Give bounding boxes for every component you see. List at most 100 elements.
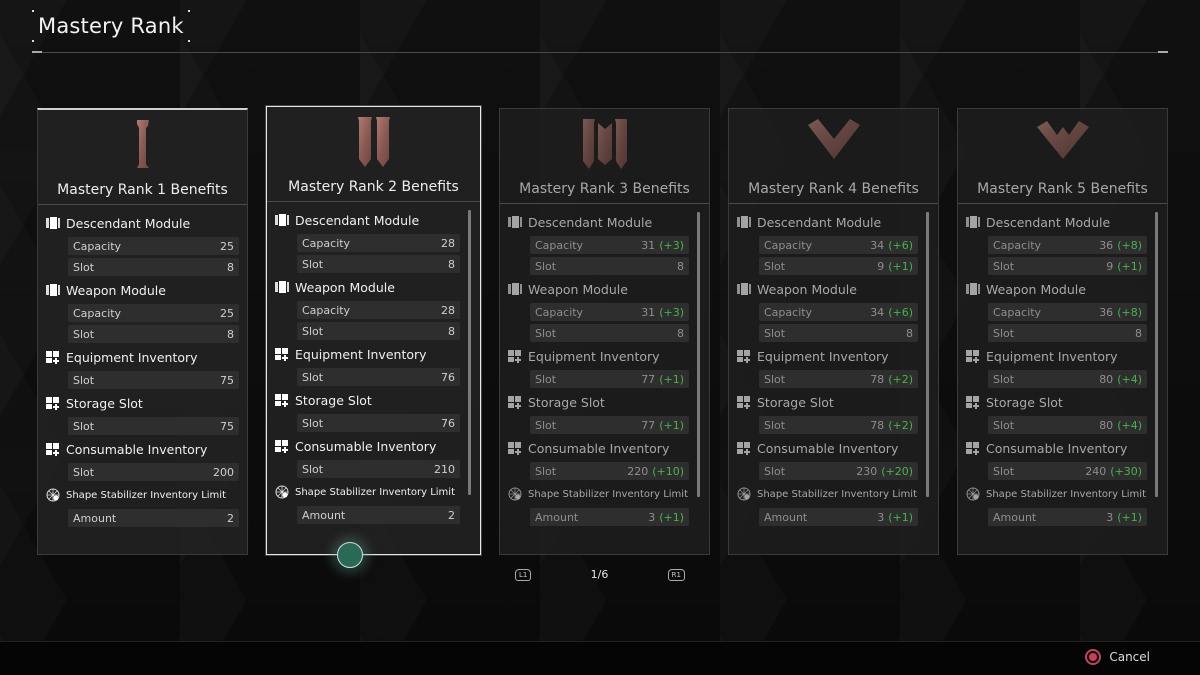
stat-label: Slot	[73, 465, 95, 479]
group-label: Descendant Module	[757, 214, 882, 230]
stat-label: Slot	[764, 259, 786, 273]
stat-delta: (+20)	[881, 464, 913, 478]
group-label: Weapon Module	[757, 281, 857, 297]
stat-delta: (+1)	[888, 510, 913, 524]
group-label: Consumable Inventory	[66, 441, 208, 457]
stat-value-wrap: 36 (+8)	[1099, 306, 1142, 319]
benefit-group: Descendant Module	[736, 211, 930, 233]
stat-value-wrap: 9 (+1)	[1106, 260, 1142, 273]
cancel-label: Cancel	[1109, 650, 1150, 664]
stat-value: 25	[220, 239, 234, 253]
group-label: Weapon Module	[295, 279, 395, 295]
stat-label: Capacity	[535, 305, 584, 319]
stat-label: Slot	[302, 416, 324, 430]
stat-value-wrap: 34 (+6)	[870, 239, 913, 252]
header-divider	[32, 51, 1168, 53]
stat-value-wrap: 25	[220, 307, 234, 320]
group-label: Storage Slot	[986, 394, 1063, 410]
stat-row: Slot 75	[68, 371, 239, 389]
rank-3-emblem-icon	[582, 119, 627, 169]
stat-value-wrap: 2	[448, 509, 455, 522]
page-title: Mastery Rank	[38, 14, 184, 38]
card-title: Mastery Rank 4 Benefits	[748, 181, 919, 197]
emblem-area	[729, 109, 938, 171]
stat-row: Capacity 31 (+3)	[530, 236, 689, 254]
benefit-list: Descendant Module Capacity 34 (+6) Slot 9…	[729, 204, 938, 526]
module-icon	[508, 216, 522, 228]
inventory-plus-icon	[966, 396, 979, 409]
benefit-group: Weapon Module	[274, 276, 472, 298]
stat-value: 8	[677, 326, 684, 340]
stat-delta: (+1)	[659, 510, 684, 524]
stat-label: Amount	[302, 508, 346, 522]
stat-row: Slot 8	[297, 322, 460, 340]
stat-value-wrap: 220 (+10)	[627, 465, 684, 478]
stat-row: Amount 3 (+1)	[759, 508, 918, 526]
rank-cards: Mastery Rank 1 Benefits Descendant Modul…	[37, 106, 1168, 555]
stat-label: Slot	[73, 373, 95, 387]
stat-label: Slot	[993, 418, 1015, 432]
group-label: Shape Stabilizer Inventory Limit	[295, 486, 455, 498]
header: Mastery Rank	[32, 10, 190, 42]
benefit-group: Weapon Module	[45, 279, 239, 301]
stat-label: Capacity	[302, 236, 351, 250]
inventory-plus-icon	[966, 442, 979, 455]
stat-value-wrap: 8	[1135, 327, 1142, 340]
stat-delta: (+4)	[1117, 418, 1142, 432]
group-label: Equipment Inventory	[528, 348, 660, 364]
module-icon	[46, 217, 60, 229]
rank-card-2[interactable]: Mastery Rank 2 Benefits Descendant Modul…	[266, 106, 481, 555]
scrollbar[interactable]	[697, 212, 700, 497]
group-label: Consumable Inventory	[986, 440, 1128, 456]
group-label: Shape Stabilizer Inventory Limit	[757, 488, 917, 500]
group-label: Weapon Module	[528, 281, 628, 297]
stat-value-wrap: 8	[227, 261, 234, 274]
benefit-group: Consumable Inventory	[965, 437, 1159, 459]
group-label: Shape Stabilizer Inventory Limit	[528, 488, 688, 500]
stat-label: Slot	[535, 464, 557, 478]
scrollbar[interactable]	[468, 210, 471, 495]
group-label: Equipment Inventory	[757, 348, 889, 364]
rank-card-4[interactable]: Mastery Rank 4 Benefits Descendant Modul…	[728, 108, 939, 555]
inventory-plus-icon	[46, 397, 59, 410]
stat-value-wrap: 240 (+30)	[1085, 465, 1142, 478]
benefit-group: Storage Slot	[274, 389, 472, 411]
cancel-button[interactable]: Cancel	[1085, 649, 1150, 665]
stat-row: Capacity 34 (+6)	[759, 303, 918, 321]
inventory-plus-icon	[46, 443, 59, 456]
stat-label: Amount	[993, 510, 1037, 524]
stat-value-wrap: 200	[213, 466, 234, 479]
prev-page-button[interactable]: L1	[515, 568, 532, 581]
rank-card-3[interactable]: Mastery Rank 3 Benefits Descendant Modul…	[499, 108, 710, 555]
stat-value: 28	[441, 236, 455, 250]
stat-value: 34	[870, 305, 885, 319]
stat-label: Slot	[302, 324, 324, 338]
rank-card-5[interactable]: Mastery Rank 5 Benefits Descendant Modul…	[957, 108, 1168, 555]
group-label: Shape Stabilizer Inventory Limit	[986, 488, 1146, 500]
inventory-plus-icon	[46, 351, 59, 364]
stat-label: Slot	[535, 372, 557, 386]
stat-value: 3	[648, 510, 656, 524]
stat-value-wrap: 8	[227, 328, 234, 341]
stat-value: 2	[448, 508, 455, 522]
rank-card-1[interactable]: Mastery Rank 1 Benefits Descendant Modul…	[37, 108, 248, 555]
group-label: Storage Slot	[66, 395, 143, 411]
stat-row: Slot 80 (+4)	[988, 370, 1147, 388]
stat-value-wrap: 3 (+1)	[648, 511, 684, 524]
stat-label: Capacity	[764, 238, 813, 252]
stat-label: Slot	[535, 418, 557, 432]
scrollbar[interactable]	[1155, 212, 1158, 497]
stat-row: Capacity 36 (+8)	[988, 303, 1147, 321]
stat-row: Slot 80 (+4)	[988, 416, 1147, 434]
card-title: Mastery Rank 5 Benefits	[977, 181, 1148, 197]
group-label: Consumable Inventory	[528, 440, 670, 456]
stat-value-wrap: 8	[448, 258, 455, 271]
stat-row: Slot 240 (+30)	[988, 462, 1147, 480]
scrollbar[interactable]	[926, 212, 929, 497]
next-page-button[interactable]: R1	[667, 568, 685, 581]
stat-value-wrap: 8	[448, 325, 455, 338]
stat-value: 36	[1099, 238, 1114, 252]
stat-value-wrap: 8	[677, 327, 684, 340]
stat-value: 9	[877, 259, 885, 273]
stat-delta: (+1)	[659, 372, 684, 386]
